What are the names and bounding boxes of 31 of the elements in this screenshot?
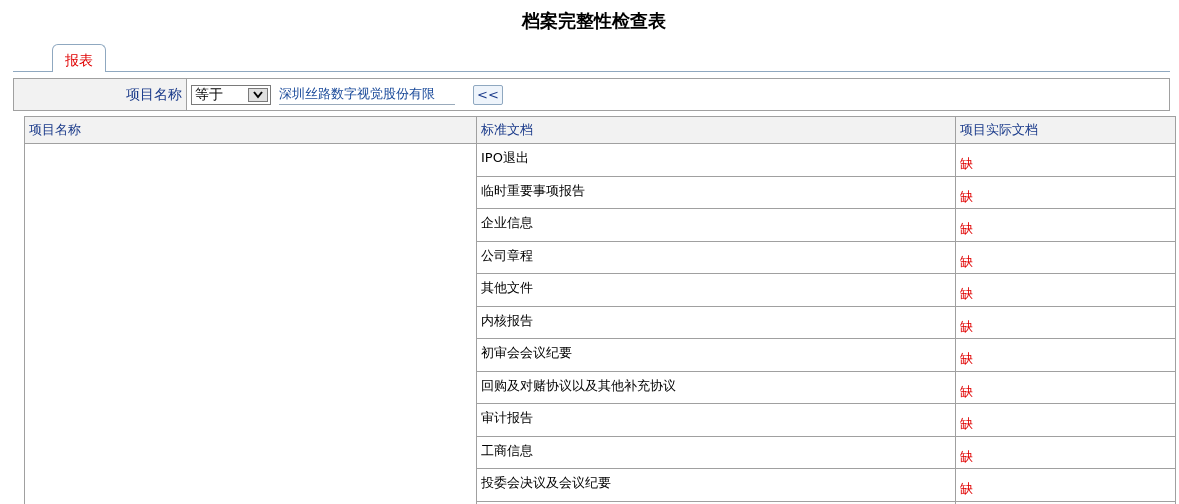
table-cell: 回购及对赌协议以及其他补充协议 <box>476 371 956 404</box>
table-cell: 临时重要事项报告 <box>476 176 956 209</box>
project-name-field[interactable]: 深圳丝路数字视觉股份有限 <box>279 84 455 105</box>
table-cell: 内核报告 <box>476 306 956 339</box>
table-cell: 公司章程 <box>476 241 956 274</box>
table-cell: 缺 <box>955 273 1176 306</box>
table-cell: 缺 <box>955 208 1176 241</box>
table-cell: IPO退出 <box>476 143 956 176</box>
table-cell: 缺 <box>955 176 1176 209</box>
column-header: 项目名称 <box>24 116 477 144</box>
table-cell: 工商信息 <box>476 436 956 469</box>
table-cell: 缺 <box>955 371 1176 404</box>
table-cell: 缺 <box>955 143 1176 176</box>
report-tab[interactable]: 报表 <box>52 44 106 72</box>
table-cell: 初审会会议纪要 <box>476 338 956 371</box>
table-cell: 投委会决议及会议纪要 <box>476 468 956 501</box>
table-cell: 其他文件 <box>476 273 956 306</box>
operator-dropdown[interactable]: 等于 <box>191 84 271 105</box>
table-cell: 缺 <box>955 436 1176 469</box>
table-cell: 缺 <box>955 338 1176 371</box>
table-cell: 缺 <box>955 468 1176 501</box>
table-cell: 缺 <box>955 306 1176 339</box>
table-cell: 企业信息 <box>476 208 956 241</box>
column-header: 项目实际文档 <box>955 116 1176 144</box>
filter-label: 项目名称 <box>126 85 182 104</box>
collapse-button[interactable]: << <box>473 84 503 105</box>
table-cell: 缺 <box>955 403 1176 436</box>
table-cell: 缺 <box>955 241 1176 274</box>
column-header: 标准文档 <box>476 116 956 144</box>
table-cell: 审计报告 <box>476 403 956 436</box>
page-title: 档案完整性检查表 <box>521 8 666 33</box>
